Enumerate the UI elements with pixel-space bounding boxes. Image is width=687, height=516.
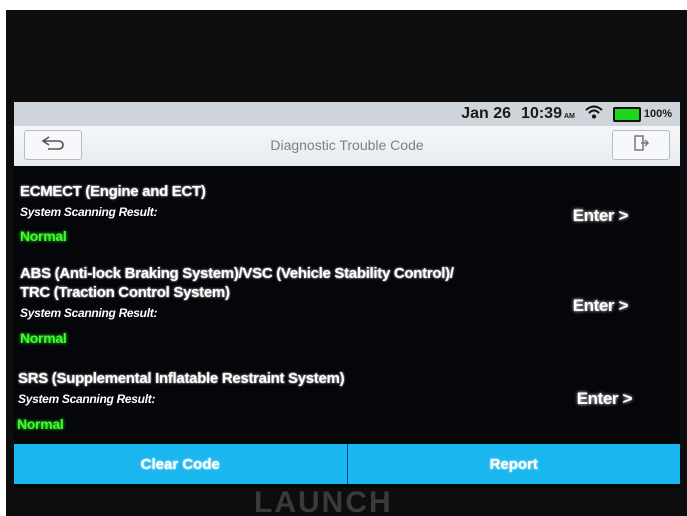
status-right: Jan 26 10:39 AM 100%	[461, 104, 672, 124]
system-row-srs: SRS (Supplemental Inflatable Restraint S…	[14, 356, 680, 444]
device-screen: Jan 26 10:39 AM 100% Diagnostic Trouble …	[14, 102, 680, 488]
clear-code-button[interactable]: Clear Code	[14, 444, 348, 484]
status-time: 10:39	[521, 105, 562, 122]
system-name-line: SRS (Supplemental Inflatable Restraint S…	[18, 370, 345, 387]
system-row-abs: ABS (Anti-lock Braking System)/VSC (Vehi…	[14, 248, 680, 356]
status-ampm: AM	[563, 113, 575, 120]
system-name-line: ABS (Anti-lock Braking System)/VSC (Vehi…	[20, 265, 454, 282]
system-row-ecmect: ECMECT (Engine and ECT) System Scanning …	[14, 166, 680, 248]
report-button[interactable]: Report	[347, 444, 680, 484]
system-name: SRS (Supplemental Inflatable Restraint S…	[18, 369, 345, 388]
exit-button[interactable]	[612, 130, 670, 160]
system-name-line: ECMECT (Engine and ECT)	[20, 183, 206, 200]
exit-door-icon	[632, 134, 650, 157]
scan-result-label: System Scanning Result:	[18, 392, 156, 406]
scan-result-value: Normal	[20, 228, 67, 244]
wifi-icon	[585, 105, 603, 124]
battery-icon	[612, 106, 641, 122]
action-bar: Clear Code Report	[14, 444, 680, 484]
battery-percent: 100%	[643, 108, 672, 120]
enter-button[interactable]: Enter >	[573, 206, 629, 226]
title-bar: Diagnostic Trouble Code	[14, 126, 680, 166]
status-time-wrap: 10:39 AM	[521, 105, 575, 123]
scan-result-label: System Scanning Result:	[20, 306, 158, 320]
system-name-line: TRC (Traction Control System)	[20, 284, 230, 301]
page-title: Diagnostic Trouble Code	[270, 137, 424, 153]
scan-result-value: Normal	[20, 330, 67, 346]
scan-result-value: Normal	[17, 416, 64, 432]
battery-indicator: 100%	[612, 106, 672, 122]
scan-result-label: System Scanning Result:	[20, 205, 158, 219]
enter-button[interactable]: Enter >	[577, 389, 633, 409]
status-date: Jan 26	[461, 105, 512, 122]
brand-logo: LAUNCH	[254, 486, 393, 516]
enter-button[interactable]: Enter >	[573, 296, 629, 316]
status-bar: Jan 26 10:39 AM 100%	[14, 102, 680, 126]
system-name: ABS (Anti-lock Braking System)/VSC (Vehi…	[20, 264, 454, 302]
system-name: ECMECT (Engine and ECT)	[20, 182, 206, 201]
diagnostic-device: Jan 26 10:39 AM 100% Diagnostic Trouble …	[6, 10, 687, 516]
